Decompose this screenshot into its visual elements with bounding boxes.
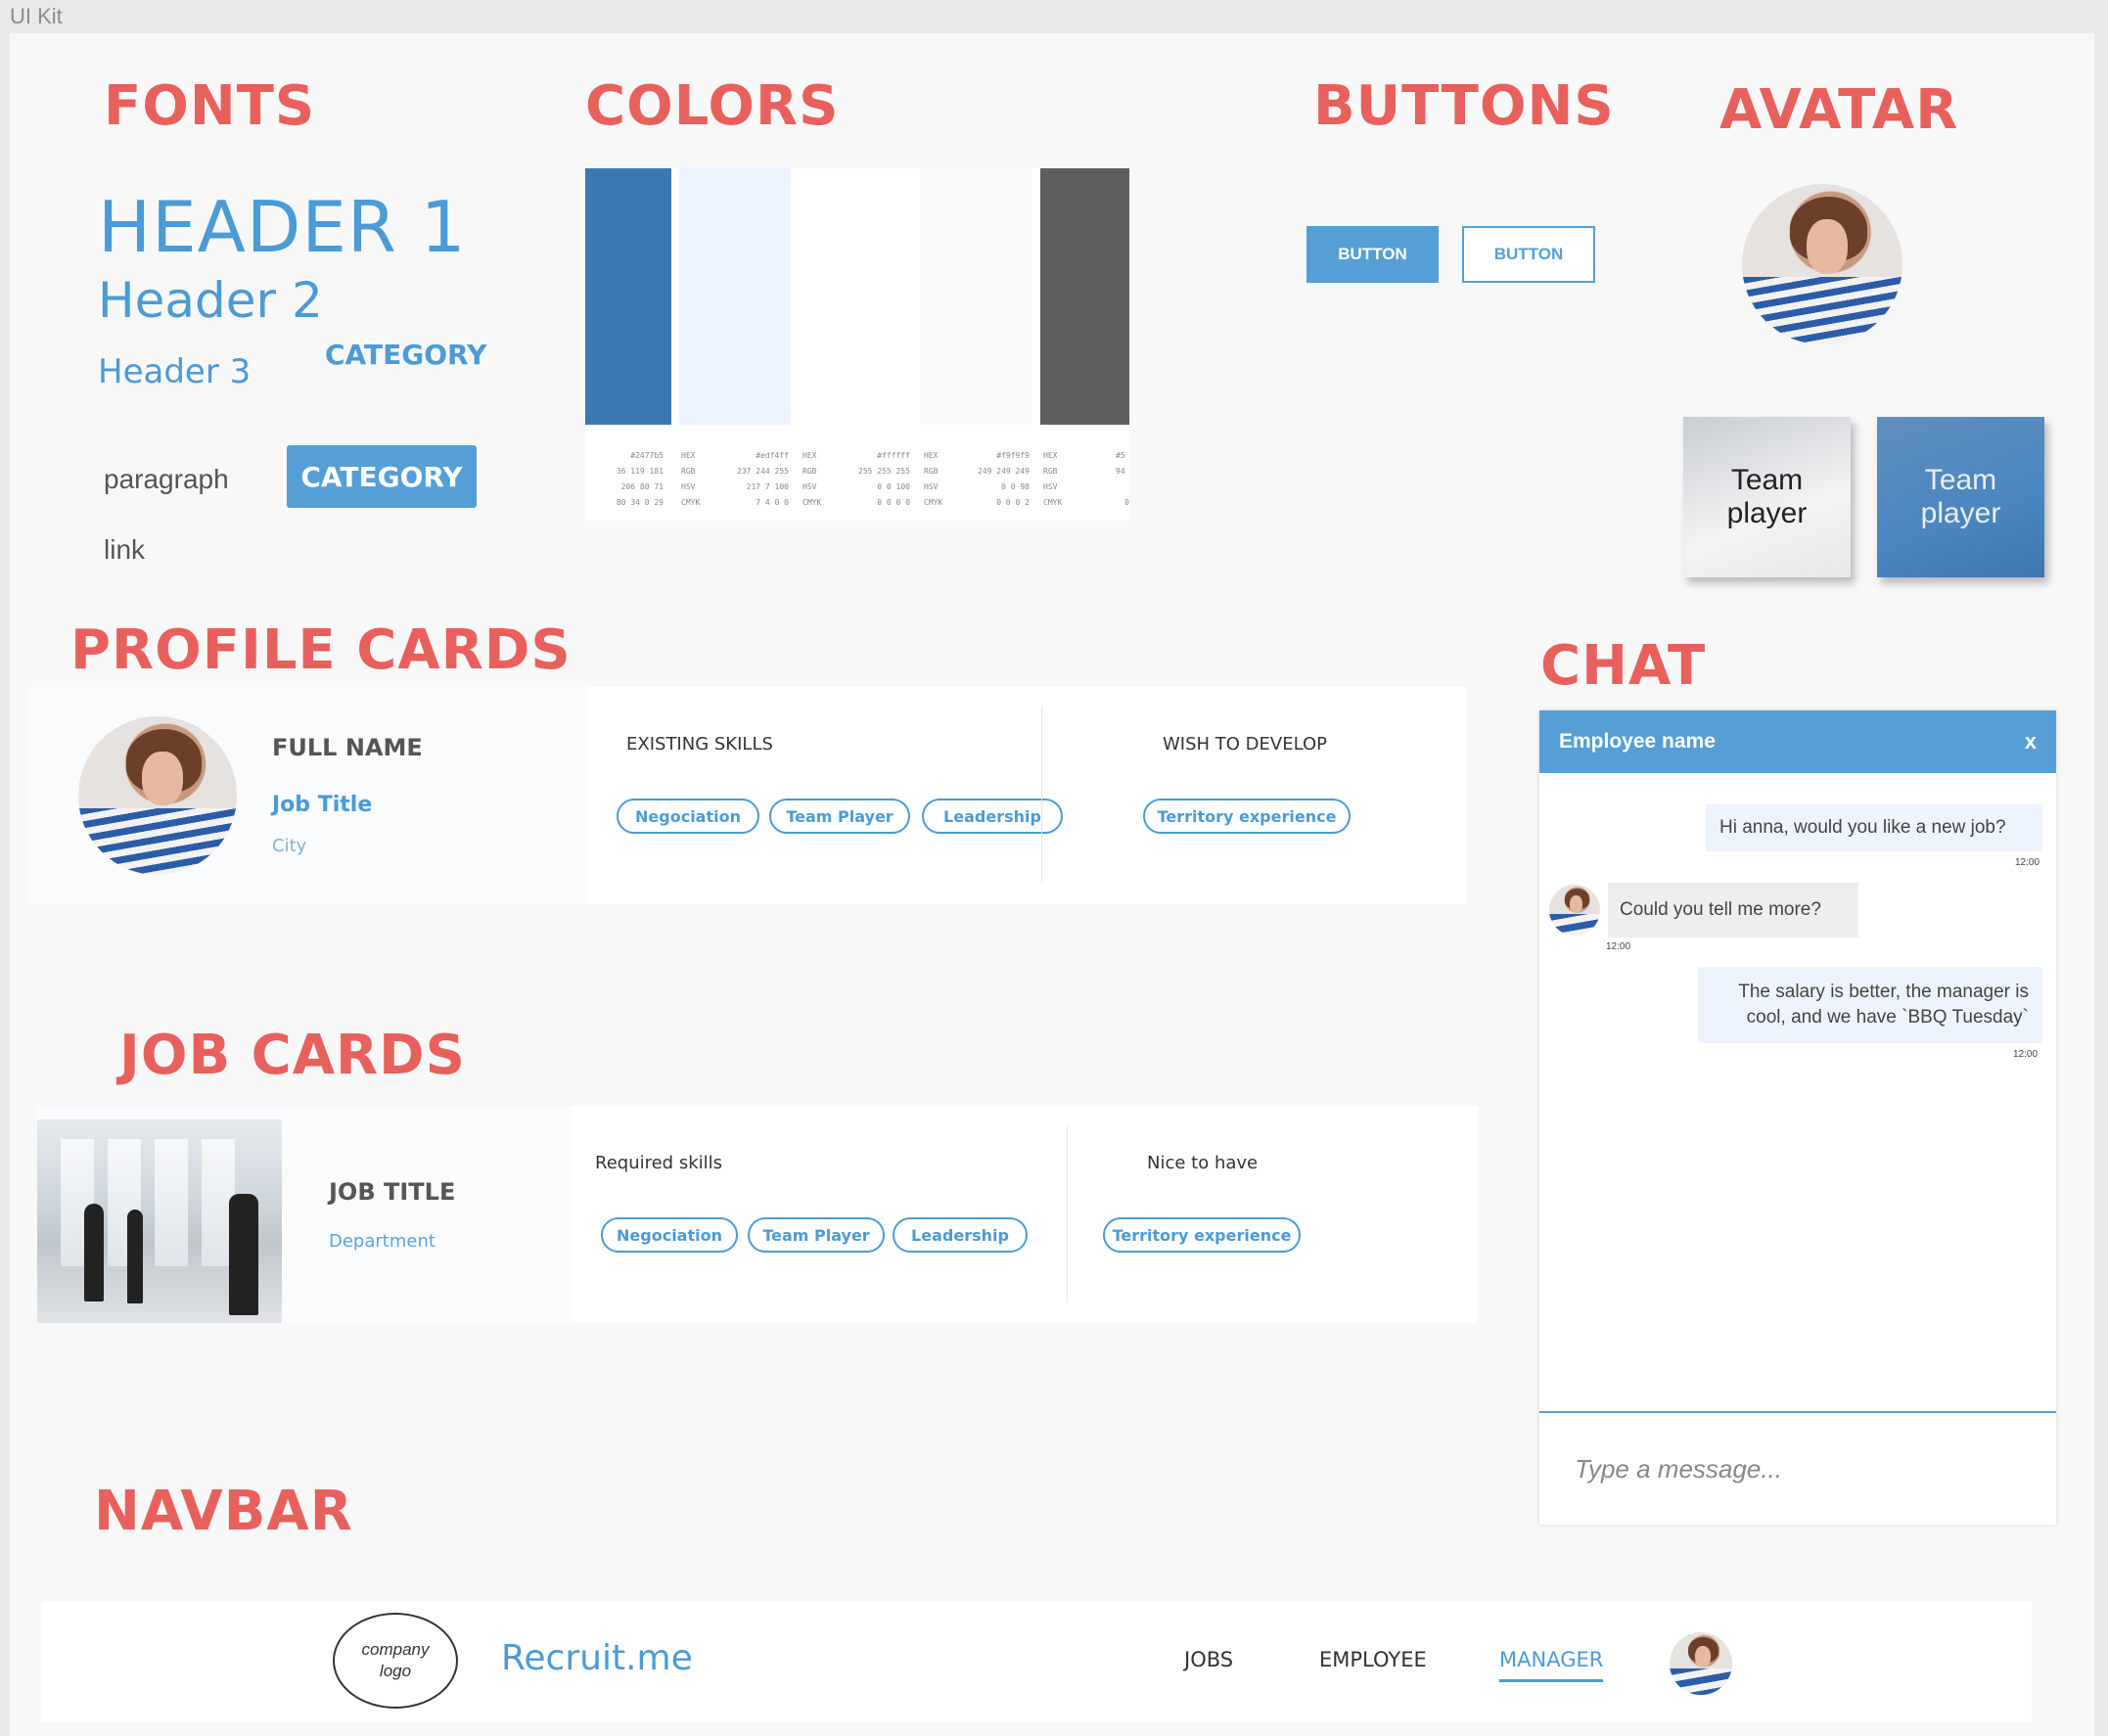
swatch-2-keys: HEX RGB HSV CMYK xyxy=(802,451,822,507)
nav-item-jobs[interactable]: JOBS xyxy=(1184,1648,1233,1671)
swatch-4-keys: HEX RGB HSV CMYK xyxy=(1043,451,1063,507)
existing-skills-label: EXISTING SKILLS xyxy=(626,734,773,754)
job-title: JOB TITLE xyxy=(329,1178,456,1206)
wish-to-develop-label: WISH TO DEVELOP xyxy=(1163,734,1328,754)
chat-message-input[interactable] xyxy=(1539,1411,2056,1525)
section-title-job-cards: JOB CARDS xyxy=(119,1024,466,1087)
swatch-3-values: #ffffff 255 255 255 0 0 100 0 0 0 0 xyxy=(858,451,910,507)
skill-pill[interactable]: Negociation xyxy=(601,1217,738,1253)
section-title-colors: COLORS xyxy=(585,74,840,138)
profile-job-title: Job Title xyxy=(272,793,373,817)
skill-pill[interactable]: Territory experience xyxy=(1103,1217,1301,1253)
skill-pill[interactable]: Negociation xyxy=(617,799,759,834)
required-skills-label: Required skills xyxy=(595,1153,723,1173)
section-title-buttons: BUTTONS xyxy=(1313,74,1615,138)
profile-city: City xyxy=(272,836,307,856)
navbar: company logo Recruit.me JOBS EMPLOYEE MA… xyxy=(41,1601,2032,1722)
message-time: 12:00 xyxy=(2013,1049,2039,1060)
swatch-1-values: #2477b5 36 119 181 206 80 71 80 34 0 29 xyxy=(616,451,664,507)
color-palette: #2477b5 36 119 181 206 80 71 80 34 0 29 … xyxy=(585,168,1129,521)
skill-pill[interactable]: Team Player xyxy=(769,799,910,834)
card-divider xyxy=(1067,1125,1068,1302)
paragraph-sample: paragraph xyxy=(104,464,229,494)
nice-to-have-label: Nice to have xyxy=(1147,1153,1259,1173)
profile-card[interactable]: FULL NAME Job Title City EXISTING SKILLS… xyxy=(29,687,1466,904)
profile-full-name: FULL NAME xyxy=(272,734,423,761)
job-card[interactable]: JOB TITLE Department Required skills Neg… xyxy=(37,1106,1478,1323)
frame-label: UI Kit xyxy=(10,4,63,28)
job-department: Department xyxy=(329,1231,435,1252)
swatch-off-white xyxy=(920,168,1031,425)
company-logo[interactable]: company logo xyxy=(333,1613,458,1709)
section-title-navbar: NAVBAR xyxy=(94,1480,353,1543)
chat-message-outgoing: Hi anna, would you like a new job? xyxy=(1706,804,2042,851)
swatch-4-values: #f9f9f9 249 249 249 0 0 98 0 0 0 2 xyxy=(978,451,1030,507)
link-sample[interactable]: link xyxy=(104,534,145,566)
tile-team-player-dark[interactable]: Team player xyxy=(1877,417,2044,577)
skill-pill[interactable]: Territory experience xyxy=(1143,799,1351,834)
swatch-2-values: #edf4ff 237 244 255 217 7 100 7 4 0 0 xyxy=(737,451,789,507)
chat-message-outgoing: The salary is better, the manager is coo… xyxy=(1698,967,2042,1043)
avatar-large xyxy=(1742,184,1902,344)
nav-item-employee[interactable]: EMPLOYEE xyxy=(1319,1648,1427,1671)
message-time: 12:00 xyxy=(2015,857,2040,868)
message-time: 12:00 xyxy=(1606,941,1631,952)
header-2-sample: Header 2 xyxy=(98,272,323,329)
chat-avatar xyxy=(1549,885,1600,936)
skill-pill[interactable]: Leadership xyxy=(893,1217,1028,1253)
skill-pill[interactable]: Team Player xyxy=(748,1217,885,1253)
tile-dark-label: Team player xyxy=(1920,464,2001,529)
job-image xyxy=(37,1119,282,1323)
tile-team-player-light[interactable]: Team player xyxy=(1683,417,1851,577)
header-1-sample: HEADER 1 xyxy=(98,186,467,268)
swatch-1-keys: HEX RGB HSV CMYK xyxy=(681,451,701,507)
section-title-avatar: AVATAR xyxy=(1719,78,1959,142)
chat-message-incoming: Could you tell me more? xyxy=(1608,883,1858,937)
section-title-profile-cards: PROFILE CARDS xyxy=(70,618,572,682)
section-title-fonts: FONTS xyxy=(104,74,316,138)
swatch-primary-blue xyxy=(585,168,671,425)
swatch-5-values: #5 94 0 xyxy=(1116,451,1129,507)
user-avatar[interactable] xyxy=(1670,1632,1732,1695)
tile-light-label: Team player xyxy=(1726,464,1808,529)
swatch-white xyxy=(799,168,912,425)
swatch-dark-grey xyxy=(1040,168,1129,425)
swatch-3-keys: HEX RGB HSV CMYK xyxy=(924,451,943,507)
close-icon[interactable]: x xyxy=(2025,729,2037,754)
header-3-sample: Header 3 xyxy=(98,352,252,391)
chat-employee-name: Employee name xyxy=(1559,730,1716,753)
card-divider xyxy=(1041,707,1042,883)
outline-button[interactable]: BUTTON xyxy=(1462,226,1595,283)
section-title-chat: CHAT xyxy=(1540,634,1707,698)
swatch-light-blue xyxy=(679,168,791,425)
primary-button[interactable]: BUTTON xyxy=(1306,226,1439,283)
category-text-sample: CATEGORY xyxy=(325,339,487,371)
chat-header: Employee name x xyxy=(1539,710,2056,773)
chat-window: Employee name x Hi anna, would you like … xyxy=(1539,710,2056,1525)
brand-name[interactable]: Recruit.me xyxy=(501,1638,693,1678)
category-button[interactable]: CATEGORY xyxy=(287,445,477,508)
nav-item-manager[interactable]: MANAGER xyxy=(1499,1648,1604,1682)
profile-avatar xyxy=(78,716,237,875)
